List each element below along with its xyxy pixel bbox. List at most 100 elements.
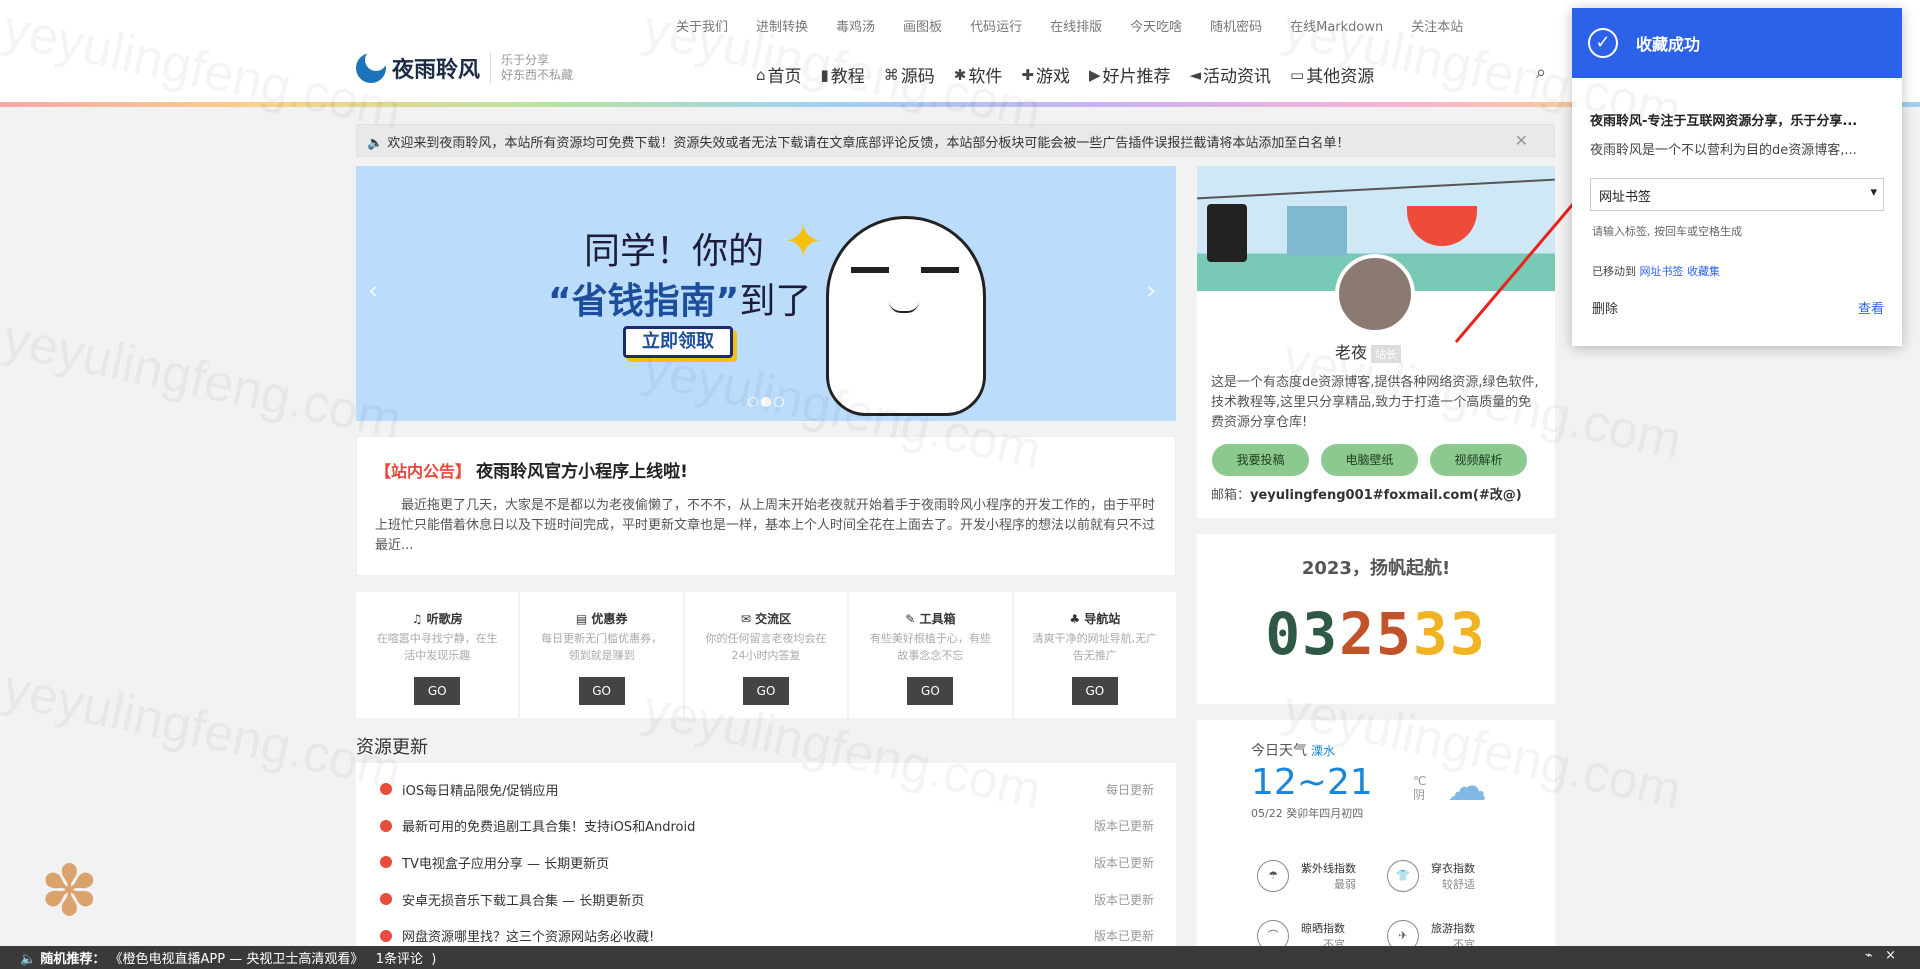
topnav-about[interactable]: 关于我们	[676, 16, 728, 36]
banner-line1: 同学！你的	[584, 231, 765, 272]
nav-software[interactable]: ✱ 软件	[954, 62, 1003, 88]
moved-folder-link[interactable]: 网址书签	[1640, 265, 1684, 278]
home-icon: ⌂	[756, 65, 766, 84]
banner-slider[interactable]: 同学！你的 ✦ “省钱指南”到了 立即领取 ‹ ›	[356, 166, 1176, 421]
wrench-icon: ✎	[905, 612, 916, 626]
slider-dot[interactable]	[774, 397, 784, 407]
bookmark-popup: ✓ 收藏成功 夜雨聆风-专注于互联网资源分享，乐于分享... 夜雨聆风是一个不以…	[1572, 8, 1902, 346]
recommend-comments[interactable]: 1条评论	[376, 952, 423, 967]
weather-date: 05/22 癸卯年四月初四	[1251, 807, 1364, 820]
tool-community: ✉ 交流区 你的任何留言老夜均会在24小时内答复 GO	[684, 592, 848, 718]
popup-header-title: 收藏成功	[1636, 35, 1701, 54]
resources-list: iOS每日精品限免/促销应用 每日更新 最新可用的免费追剧工具合集！支持iOS和A…	[356, 763, 1176, 969]
cloud-rain-icon: ☁	[1447, 764, 1487, 810]
dandelion-decoration-icon: ✽	[40, 850, 99, 932]
topnav-base-convert[interactable]: 进制转换	[756, 16, 808, 36]
go-button[interactable]: GO	[578, 677, 625, 705]
slider-next-icon[interactable]: ›	[1146, 276, 1156, 306]
notice-text: 欢迎来到夜雨聆风，本站所有资源均可免费下载！资源失效或者无法下载请在文章底部评论…	[387, 136, 1350, 151]
folder-icon: ▭	[1290, 65, 1305, 84]
banner-character-image	[826, 216, 986, 416]
search-icon[interactable]: ⌕	[1536, 62, 1546, 83]
megaphone-icon: ◄	[1189, 65, 1202, 84]
play-icon: ▶	[1088, 65, 1101, 84]
nav-games[interactable]: ✚ 游戏	[1021, 62, 1070, 88]
banner-claim-button[interactable]: 立即领取	[623, 326, 733, 358]
list-item[interactable]: 安卓无损音乐下载工具合集 — 长期更新页 版本已更新	[380, 881, 1154, 918]
avatar[interactable]	[1335, 254, 1415, 334]
main-nav: ⌂ 首页 ▮ 教程 ⌘ 源码 ✱ 软件 ✚ 游戏 ▶ 好片推荐 ◄ 活动资讯 ▭ 其他资源	[756, 62, 1393, 88]
weather-city[interactable]: 溧水	[1311, 744, 1335, 758]
music-icon: ♫	[411, 612, 423, 626]
shirt-icon: 👕	[1387, 860, 1419, 892]
resources-heading: 资源更新	[356, 737, 428, 758]
notice-bar: 🔈 欢迎来到夜雨聆风，本站所有资源均可免费下载！资源失效或者无法下载请在文章底部…	[356, 124, 1555, 157]
topnav-markdown[interactable]: 在线Markdown	[1290, 16, 1383, 36]
topnav-code-run[interactable]: 代码运行	[970, 16, 1022, 36]
topnav-what-to-eat[interactable]: 今天吃啥	[1130, 16, 1182, 36]
tool-coupons: ▤ 优惠券 每日更新无门槛优惠券，领到就是赚到 GO	[520, 592, 683, 718]
weather-temperature: 12~21	[1251, 762, 1373, 803]
announcement-title[interactable]: 夜雨聆风官方小程序上线啦!	[476, 462, 688, 482]
nav-movies[interactable]: ▶ 好片推荐	[1088, 62, 1171, 88]
nav-other[interactable]: ▭ 其他资源	[1290, 62, 1374, 88]
topnav-follow[interactable]: 关注本站	[1411, 16, 1463, 36]
list-item[interactable]: TV电视盒子应用分享 — 长期更新页 版本已更新	[380, 844, 1154, 881]
weather-label: 今日天气 溧水	[1251, 743, 1336, 759]
star-icon: ✦	[784, 214, 823, 268]
counter-digit: 2	[1339, 600, 1376, 668]
go-button[interactable]: GO	[743, 677, 790, 705]
countdown-card: 2023，扬帆起航! 032533	[1197, 534, 1555, 704]
slider-dot[interactable]	[748, 397, 758, 407]
slider-dot-active[interactable]	[761, 397, 771, 407]
announcement-body: 最近拖更了几天，大家是不是都以为老夜偷懒了，不不不，从上周末开始老夜就开始着手于…	[375, 498, 1156, 553]
collection-link[interactable]: 收藏集	[1687, 265, 1720, 278]
close-icon[interactable]: ×	[1885, 948, 1896, 963]
topnav-soup[interactable]: 毒鸡汤	[836, 16, 875, 36]
go-button[interactable]: GO	[1071, 677, 1118, 705]
bullet-icon	[380, 893, 392, 906]
speaker-icon: 🔈	[367, 136, 384, 151]
author-name: 老夜 站长	[1335, 339, 1402, 363]
topnav-drawing[interactable]: 画图板	[903, 16, 942, 36]
logo-slogan: 乐于分享 好东西不私藏	[501, 53, 574, 82]
slider-prev-icon[interactable]: ‹	[368, 276, 378, 306]
go-button[interactable]: GO	[414, 677, 461, 705]
close-icon[interactable]: ✕	[1515, 131, 1528, 150]
top-nav: 关于我们 进制转换 毒鸡汤 画图板 代码运行 在线排版 今天吃啥 随机密码 在线…	[676, 16, 1491, 36]
submit-post-button[interactable]: 我要投稿	[1212, 444, 1309, 476]
bullet-icon	[380, 856, 392, 869]
topnav-typeset[interactable]: 在线排版	[1050, 16, 1102, 36]
slider-dots	[748, 397, 784, 407]
nav-source-code[interactable]: ⌘ 源码	[884, 62, 935, 88]
list-item[interactable]: iOS每日精品限免/促销应用 每日更新	[380, 771, 1154, 808]
counter-digit: 3	[1449, 600, 1487, 668]
nav-news[interactable]: ◄ 活动资讯	[1189, 62, 1272, 88]
tool-toolbox: ✎ 工具箱 有些美好根植于心，有些故事念念不忘 GO	[849, 592, 1012, 718]
cart-icon: ▤	[575, 612, 588, 626]
delete-button[interactable]: 删除	[1592, 298, 1618, 317]
random-recommend-bar: 🔈 随机推荐： 《橙色电视直播APP — 央视卫士高清观看》 1条评论 ) ⌁ …	[0, 946, 1920, 969]
recommend-link[interactable]: 《橙色电视直播APP — 央视卫士高清观看》	[109, 952, 363, 967]
recommend-label: 随机推荐：	[40, 952, 106, 967]
site-logo[interactable]: 夜雨聆风 乐于分享 好东西不私藏	[356, 49, 574, 84]
tool-navigation: ♣ 导航站 清爽干净的网址导航,无广告无推广 GO	[1013, 592, 1177, 718]
folder-select[interactable]: 网址书签	[1590, 178, 1884, 211]
rss-icon[interactable]: ⌁	[1865, 948, 1873, 963]
list-item[interactable]: 最新可用的免费追剧工具合集！支持iOS和Android 版本已更新	[380, 808, 1154, 845]
nav-home[interactable]: ⌂ 首页	[756, 62, 802, 88]
comments-icon: ✉	[740, 612, 751, 626]
moved-to-text: 已移动到 网址书签 收藏集	[1592, 265, 1720, 278]
video-parse-button[interactable]: 视频解析	[1430, 444, 1527, 476]
tag-input-hint[interactable]: 请输入标签, 按回车或空格生成	[1592, 223, 1902, 239]
bullet-icon	[380, 819, 392, 832]
wallpaper-button[interactable]: 电脑壁纸	[1321, 444, 1418, 476]
logo-name: 夜雨聆风	[392, 58, 481, 83]
author-description: 这是一个有态度de资源博客,提供各种网络资源,绿色软件,技术教程等,这里只分享精…	[1211, 375, 1539, 430]
bookmark-description: 夜雨聆风是一个不以营利为目的de资源博客,...	[1590, 143, 1857, 158]
go-button[interactable]: GO	[907, 677, 954, 705]
view-button[interactable]: 查看	[1858, 298, 1884, 317]
nav-tutorials[interactable]: ▮ 教程	[821, 62, 865, 88]
weather-card: 今日天气 溧水 12~21 ℃ 阴 ☁ 05/22 癸卯年四月初四 ☂ 紫外线指数 最弱…	[1197, 720, 1555, 969]
topnav-random-password[interactable]: 随机密码	[1210, 16, 1262, 36]
